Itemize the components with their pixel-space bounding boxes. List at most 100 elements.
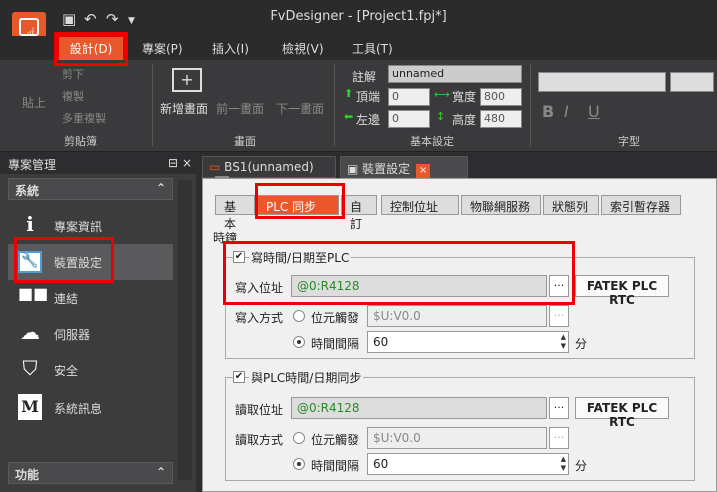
- read-interval-value: 60: [373, 457, 389, 471]
- cloud-icon: ☁: [20, 320, 40, 344]
- write-interval-radio[interactable]: [293, 336, 305, 348]
- write-interval-value: 60: [373, 335, 389, 349]
- read-interval-radio[interactable]: [293, 458, 305, 470]
- write-interval-input[interactable]: 60 ▲ ▼: [367, 331, 569, 353]
- close-panel-icon[interactable]: ×: [182, 156, 192, 170]
- write-trigger-input[interactable]: $U:V0.0: [367, 305, 547, 327]
- height-arrow-icon: ↕: [436, 110, 446, 123]
- read-address-browse-button[interactable]: ...: [549, 397, 569, 419]
- read-time-checkbox[interactable]: ✔: [233, 371, 245, 383]
- menu-tools[interactable]: 工具(T): [352, 40, 393, 57]
- read-rtc-button[interactable]: FATEK PLC RTC: [575, 397, 669, 429]
- spinner-arrows-icon[interactable]: ▲ ▼: [561, 455, 566, 473]
- spinner-arrows-icon[interactable]: ▲ ▼: [561, 333, 566, 351]
- font-size-select[interactable]: [670, 72, 714, 92]
- width-input[interactable]: 800: [480, 88, 522, 106]
- function-section-header[interactable]: 功能 ⌃: [8, 462, 173, 484]
- width-label: 寬度: [452, 90, 477, 104]
- font-group-title: 字型: [618, 135, 640, 148]
- tab-device-settings[interactable]: ▣ 裝置設定 ×: [340, 156, 468, 178]
- ribbon-divider: [152, 64, 153, 146]
- ribbon-divider: [530, 64, 531, 146]
- close-icon[interactable]: ×: [416, 164, 431, 178]
- sidebar-item-server[interactable]: ☁ 伺服器: [8, 316, 173, 352]
- cut-button[interactable]: 剪下: [62, 66, 84, 82]
- pin-icon[interactable]: ⊟: [168, 156, 178, 170]
- sidebar-item-security[interactable]: ⛉ 安全: [8, 352, 173, 388]
- tab-bs1-label: BS1(unnamed): [224, 160, 314, 174]
- tab-bs1[interactable]: ▭ BS1(unnamed)×: [202, 156, 336, 190]
- comment-input[interactable]: unnamed: [388, 65, 522, 83]
- read-trigger-browse-button[interactable]: ...: [549, 427, 569, 449]
- read-mode-label: 讀取方式: [235, 433, 284, 447]
- read-time-label: 與PLC時間/日期同步: [249, 369, 364, 386]
- comment-label: 註解: [352, 70, 377, 84]
- settings-content: 基本 PLC 同步 自訂 控制位址 物聯網服務 狀態列 索引暫存器 時鐘 ✔ 寫…: [202, 178, 717, 492]
- read-interval-unit: 分: [575, 459, 588, 473]
- chevron-up-icon: ⌃: [155, 465, 166, 479]
- sidebar-item-link[interactable]: ■■ 連結: [8, 280, 173, 316]
- tab-status-bar[interactable]: 狀態列: [543, 195, 599, 215]
- underline-icon[interactable]: U: [588, 102, 600, 121]
- height-input[interactable]: 480: [480, 110, 522, 128]
- new-screen-button[interactable]: 新增畫面: [160, 100, 208, 117]
- shield-icon: ⛉: [22, 356, 38, 380]
- paste-button[interactable]: 貼上: [22, 94, 46, 111]
- top-input[interactable]: 0: [388, 88, 430, 106]
- sidebar-item-label: 專案資訊: [54, 220, 103, 234]
- basic-group-title: 基本設定: [410, 135, 454, 148]
- function-section-label: 功能: [15, 468, 40, 482]
- system-section-label: 系統: [15, 184, 40, 198]
- tab-control-address[interactable]: 控制位址: [381, 195, 459, 215]
- message-icon: M: [18, 394, 42, 420]
- tab-device-settings-label: 裝置設定: [362, 162, 411, 176]
- top-label: 頂端: [356, 90, 381, 104]
- top-arrow-icon: ⬆: [344, 87, 354, 100]
- read-bit-trigger-radio[interactable]: [293, 432, 305, 444]
- highlight-write-time: [223, 241, 575, 305]
- tab-custom[interactable]: 自訂: [341, 195, 377, 231]
- tab-index-register[interactable]: 索引暫存器: [601, 195, 681, 215]
- read-interval-input[interactable]: 60 ▲ ▼: [367, 453, 569, 475]
- connector-icon: ■■: [18, 284, 49, 303]
- tab-basic[interactable]: 基本: [215, 195, 255, 231]
- write-rtc-button[interactable]: FATEK PLC RTC: [575, 275, 669, 307]
- write-trigger-browse-button[interactable]: ...: [549, 305, 569, 327]
- prev-screen-button[interactable]: 前一畫面: [216, 100, 264, 117]
- panel-scrollbar[interactable]: [178, 180, 192, 480]
- italic-icon[interactable]: I: [564, 102, 569, 121]
- read-address-input[interactable]: @0:R4128: [291, 397, 547, 419]
- project-panel: 專案管理 ⊟ × 系統 ⌃ i 專案資訊 🔧 裝置設定 ■■ 連結 ☁ 伺服器 ⛉ 安全 M…: [0, 152, 196, 492]
- left-input[interactable]: 0: [388, 110, 430, 128]
- project-panel-title: 專案管理: [0, 152, 196, 174]
- sidebar-item-label: 安全: [54, 364, 79, 378]
- highlight-device-settings: [14, 237, 114, 283]
- new-screen-icon: +: [172, 68, 202, 92]
- copy-button[interactable]: 複製: [62, 88, 84, 104]
- info-icon: i: [26, 212, 34, 236]
- ribbon: 貼上 剪下 複製 多重複製 剪貼簿 + 新增畫面 前一畫面 下一畫面 畫面 註解…: [0, 60, 717, 152]
- font-family-select[interactable]: [538, 72, 666, 92]
- menu-project[interactable]: 專案(P): [142, 40, 183, 57]
- main-area: ▭ BS1(unnamed)× ▣ 裝置設定 × 基本 PLC 同步 自訂 控制位…: [196, 152, 717, 492]
- write-interval-unit: 分: [575, 337, 588, 351]
- read-bit-trigger-label: 位元觸發: [311, 433, 360, 447]
- read-address-label: 讀取位址: [235, 403, 284, 417]
- menu-view[interactable]: 檢視(V): [282, 40, 324, 57]
- multi-copy-button[interactable]: 多重複製: [62, 110, 106, 126]
- left-label: 左邊: [356, 113, 381, 127]
- next-screen-button[interactable]: 下一畫面: [276, 100, 324, 117]
- screen-icon: ▭: [209, 160, 221, 174]
- write-bit-trigger-radio[interactable]: [293, 310, 305, 322]
- write-bit-trigger-label: 位元觸發: [311, 311, 360, 325]
- sidebar-item-system-message[interactable]: M 系統訊息: [8, 390, 173, 426]
- sidebar-item-label: 連結: [54, 292, 79, 306]
- system-section-header[interactable]: 系統 ⌃: [8, 178, 173, 200]
- tab-iot-service[interactable]: 物聯網服務: [461, 195, 541, 215]
- clipboard-group-title: 剪貼簿: [64, 135, 97, 148]
- bold-icon[interactable]: B: [542, 102, 554, 121]
- read-trigger-input[interactable]: $U:V0.0: [367, 427, 547, 449]
- menu-insert[interactable]: 插入(I): [212, 40, 249, 57]
- read-interval-label: 時間間隔: [311, 459, 360, 473]
- sidebar-item-label: 系統訊息: [54, 402, 103, 416]
